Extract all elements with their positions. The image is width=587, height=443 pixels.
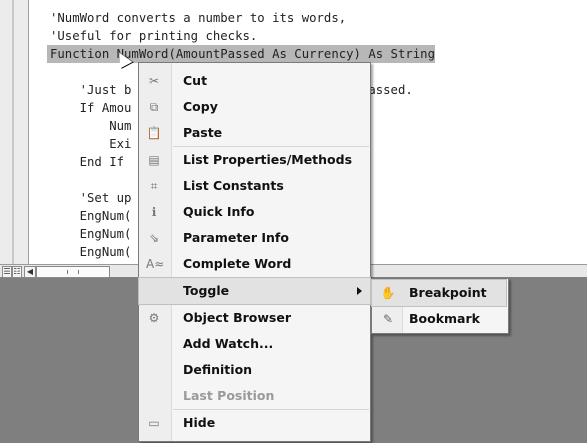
code-line[interactable]: EngNum( bbox=[50, 243, 132, 261]
code-line[interactable]: EngNum( bbox=[50, 225, 132, 243]
menu-item-complete-word[interactable]: A≈ Complete Word bbox=[139, 251, 370, 277]
menu-item-list-properties-methods[interactable]: ▤ List Properties/Methods bbox=[139, 147, 370, 173]
copy-icon: ⧉ bbox=[149, 100, 159, 114]
code-line[interactable]: End If bbox=[50, 153, 124, 171]
menu-item-label: Definition bbox=[183, 362, 253, 377]
menu-item-parameter-info[interactable]: ⇘ Parameter Info bbox=[139, 225, 370, 251]
menu-item-label: Copy bbox=[183, 99, 218, 114]
menu-item-definition[interactable]: Definition bbox=[139, 357, 370, 383]
list-properties-icon: ▤ bbox=[148, 153, 160, 167]
full-module-view-icon[interactable]: ☷ bbox=[12, 266, 22, 278]
code-line[interactable]: Exi bbox=[50, 135, 131, 153]
menu-item-label: Toggle bbox=[183, 283, 230, 298]
bookmark-pen-icon: ✎ bbox=[382, 312, 394, 326]
procedure-view-icon[interactable]: ☰ bbox=[2, 266, 12, 278]
menu-item-object-browser[interactable]: ⚙ Object Browser bbox=[139, 305, 370, 331]
parameter-info-icon: ⇘ bbox=[148, 231, 160, 245]
menu-item-list-constants[interactable]: ⌗ List Constants bbox=[139, 173, 370, 199]
menu-item-label: List Properties/Methods bbox=[183, 152, 353, 167]
menu-item-quick-info[interactable]: ℹ Quick Info bbox=[139, 199, 370, 225]
object-browser-icon: ⚙ bbox=[148, 311, 160, 325]
menu-item-label: Object Browser bbox=[183, 310, 291, 325]
menu-item-hide[interactable]: ▭ Hide bbox=[139, 410, 370, 436]
code-line[interactable]: If Amou bbox=[50, 99, 132, 117]
paste-icon: 📋 bbox=[146, 126, 162, 140]
menu-item-label: Hide bbox=[183, 415, 216, 430]
menu-item-paste[interactable]: 📋 Paste bbox=[139, 120, 370, 146]
menu-item-label: Complete Word bbox=[183, 256, 292, 271]
menu-item-label: Parameter Info bbox=[183, 230, 289, 245]
menu-item-label: Cut bbox=[183, 73, 208, 88]
menu-item-label: List Constants bbox=[183, 178, 284, 193]
menu-item-add-watch[interactable]: Add Watch... bbox=[139, 331, 370, 357]
code-line[interactable]: Num bbox=[50, 117, 131, 135]
submenu-item-breakpoint[interactable]: ✋ Breakpoint bbox=[371, 279, 507, 307]
scissors-icon: ✂ bbox=[148, 74, 160, 88]
code-line[interactable]: 'Useful for printing checks. bbox=[50, 27, 257, 45]
submenu-arrow-icon bbox=[357, 287, 362, 295]
hand-icon: ✋ bbox=[380, 286, 396, 300]
menu-item-toggle[interactable]: Toggle bbox=[138, 277, 371, 305]
code-line-selected[interactable]: Function NumWord(AmountPassed As Currenc… bbox=[47, 45, 435, 63]
scroll-left-icon[interactable]: ◀ bbox=[24, 266, 36, 278]
menu-item-label: Paste bbox=[183, 125, 223, 140]
menu-item-cut[interactable]: ✂ Cut bbox=[139, 68, 370, 94]
context-menu: ✂ Cut ⧉ Copy 📋 Paste ▤ List Properties/Methods ⌗… bbox=[138, 62, 371, 442]
menu-item-copy[interactable]: ⧉ Copy bbox=[139, 94, 370, 120]
toggle-submenu: ✋ Breakpoint ✎ Bookmark bbox=[371, 278, 509, 334]
scrollbar-thumb[interactable] bbox=[36, 266, 110, 278]
menu-item-label: Last Position bbox=[183, 388, 275, 403]
menu-item-last-position: Last Position bbox=[139, 383, 370, 409]
complete-word-icon: A≈ bbox=[146, 257, 165, 271]
submenu-item-label: Bookmark bbox=[409, 311, 480, 326]
code-line[interactable]: EngNum( bbox=[50, 207, 132, 225]
code-line[interactable]: 'NumWord converts a number to its words, bbox=[50, 9, 346, 27]
submenu-item-bookmark[interactable]: ✎ Bookmark bbox=[372, 306, 508, 332]
list-constants-icon: ⌗ bbox=[150, 179, 158, 193]
quick-info-icon: ℹ bbox=[151, 205, 157, 219]
submenu-item-label: Breakpoint bbox=[409, 285, 487, 300]
hide-icon: ▭ bbox=[148, 416, 160, 430]
menu-item-label: Quick Info bbox=[183, 204, 255, 219]
menu-item-label: Add Watch... bbox=[183, 336, 274, 351]
